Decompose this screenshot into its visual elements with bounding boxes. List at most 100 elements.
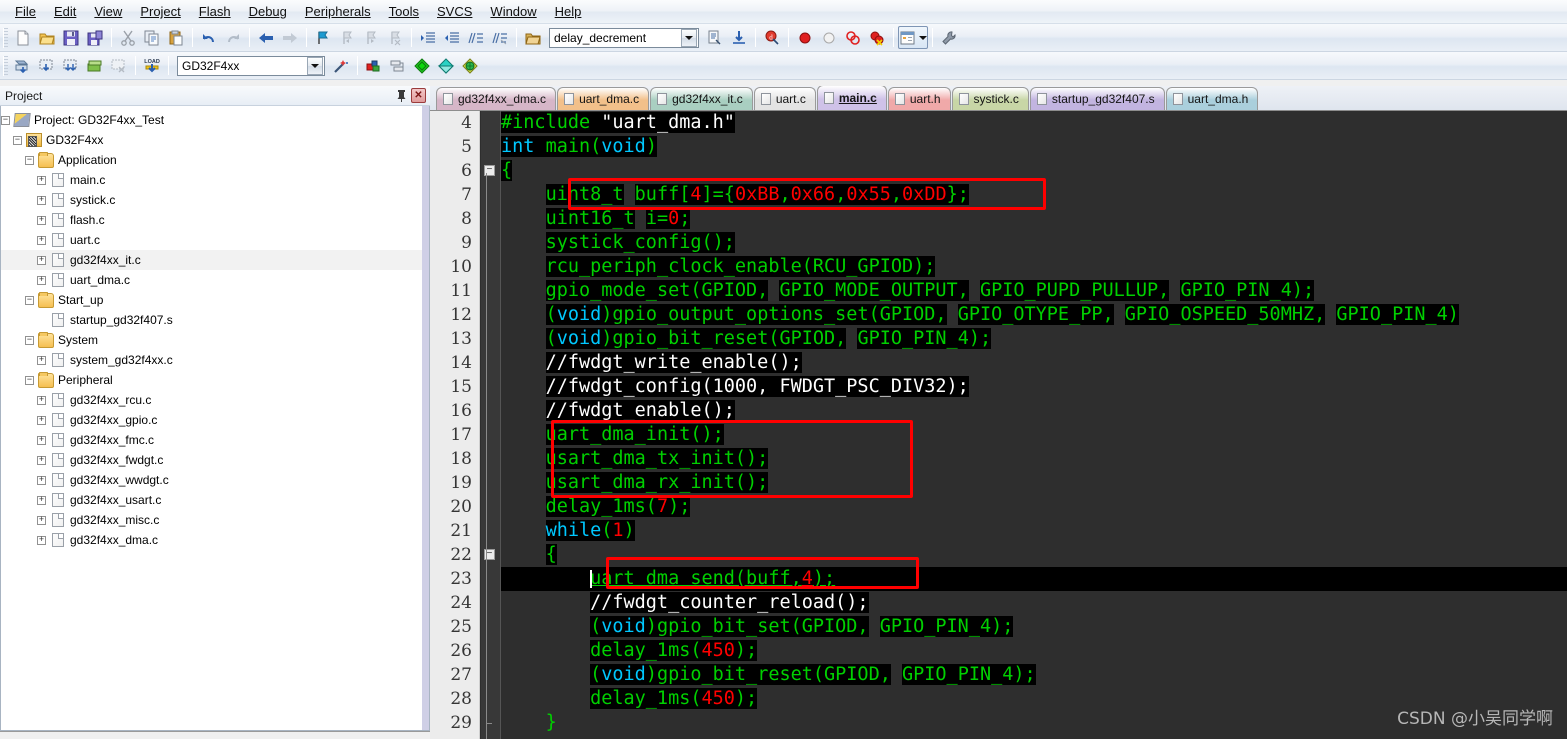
tree-item[interactable]: − Peripheral — [1, 370, 429, 390]
tree-expand-toggle[interactable]: + — [37, 175, 46, 185]
code-folding-margin[interactable]: − − — [481, 111, 501, 739]
tree-item[interactable]: − Application — [1, 150, 429, 170]
editor-tab[interactable]: uart.c — [753, 87, 816, 110]
pack-globe-button[interactable] — [458, 54, 482, 77]
tree-item[interactable]: + gd32f4xx_fmc.c — [1, 430, 429, 450]
tree-expand-toggle[interactable]: + — [37, 435, 46, 445]
code-line[interactable]: #include "uart_dma.h" — [501, 111, 1567, 135]
pin-icon[interactable] — [393, 88, 409, 104]
menu-item-file[interactable]: File — [6, 1, 45, 22]
code-line[interactable]: while(1) — [501, 519, 1567, 543]
code-line[interactable]: uart_dma_init(); — [501, 423, 1567, 447]
editor-tab-active[interactable]: main.c — [816, 86, 887, 110]
save-button[interactable] — [59, 26, 83, 49]
code-line[interactable]: (void)gpio_bit_reset(GPIOD, GPIO_PIN_4); — [501, 327, 1567, 351]
indent-right-button[interactable] — [416, 26, 440, 49]
tree-item[interactable]: + gd32f4xx_dma.c — [1, 530, 429, 550]
toggle-bookmark-button[interactable] — [311, 26, 335, 49]
toolbar-grip[interactable] — [3, 27, 8, 48]
code-line[interactable]: gpio_mode_set(GPIOD, GPIO_MODE_OUTPUT, G… — [501, 279, 1567, 303]
rebuild-all-button[interactable] — [59, 54, 83, 77]
tree-item[interactable]: + system_gd32f4xx.c — [1, 350, 429, 370]
tree-expand-toggle[interactable]: + — [37, 215, 46, 225]
download-button[interactable]: LOAD — [140, 54, 164, 77]
navigate-forward-button[interactable] — [278, 26, 302, 49]
tree-expand-toggle[interactable]: + — [37, 395, 46, 405]
manage-windows-button[interactable] — [898, 26, 928, 49]
code-text-area[interactable]: #include "uart_dma.h" int main(void) { uin… — [501, 111, 1567, 739]
next-bookmark-button[interactable] — [359, 26, 383, 49]
tree-item[interactable]: + gd32f4xx_misc.c — [1, 510, 429, 530]
code-line[interactable]: uint16_t i=0; — [501, 207, 1567, 231]
menu-item-window[interactable]: Window — [481, 1, 545, 22]
configure-button[interactable] — [937, 26, 961, 49]
target-combo-arrow-icon[interactable] — [307, 56, 323, 75]
kill-all-breakpoints-button[interactable] — [865, 26, 889, 49]
menu-item-view[interactable]: View — [85, 1, 131, 22]
editor-tab[interactable]: uart_dma.h — [1165, 87, 1259, 110]
code-line-current[interactable]: uart_dma_send(buff,4); — [501, 567, 1567, 591]
tree-item[interactable]: + gd32f4xx_rcu.c — [1, 390, 429, 410]
save-all-button[interactable] — [83, 26, 107, 49]
menu-item-edit[interactable]: Edit — [45, 1, 85, 22]
previous-bookmark-button[interactable] — [335, 26, 359, 49]
function-combo-box[interactable]: delay_decrement — [549, 27, 699, 48]
editor-tab[interactable]: gd32f4xx_it.c — [650, 87, 753, 110]
cut-button[interactable] — [116, 26, 140, 49]
tree-collapse-toggle[interactable]: − — [25, 155, 34, 165]
tree-expand-toggle[interactable]: + — [37, 275, 46, 285]
tree-item[interactable]: + flash.c — [1, 210, 429, 230]
new-file-button[interactable] — [11, 26, 35, 49]
redo-button[interactable] — [221, 26, 245, 49]
code-line[interactable]: usart_dma_rx_init(); — [501, 471, 1567, 495]
code-line[interactable]: //fwdgt_enable(); — [501, 399, 1567, 423]
clear-bookmarks-button[interactable] — [383, 26, 407, 49]
stop-build-button[interactable] — [107, 54, 131, 77]
tree-item[interactable]: − Project: GD32F4xx_Test — [1, 110, 429, 130]
target-combo-box[interactable]: GD32F4xx — [177, 55, 325, 76]
menu-item-svcs[interactable]: SVCS — [428, 1, 481, 22]
target-options-button[interactable] — [329, 54, 353, 77]
editor-tab[interactable]: startup_gd32f407.s — [1029, 87, 1165, 110]
tree-item[interactable]: − GD32F4xx — [1, 130, 429, 150]
tree-expand-toggle[interactable]: + — [37, 255, 46, 265]
tree-item[interactable]: + gd32f4xx_fwdgt.c — [1, 450, 429, 470]
comment-button[interactable] — [464, 26, 488, 49]
tree-collapse-toggle[interactable]: − — [13, 135, 22, 145]
tree-collapse-toggle[interactable]: − — [25, 375, 34, 385]
tree-item[interactable]: + uart.c — [1, 230, 429, 250]
code-line[interactable]: { — [501, 543, 1567, 567]
tree-expand-toggle[interactable]: + — [37, 235, 46, 245]
code-line[interactable]: uint8_t buff[4]={0xBB,0x66,0x55,0xDD}; — [501, 183, 1567, 207]
tree-item[interactable]: + systick.c — [1, 190, 429, 210]
undo-button[interactable] — [197, 26, 221, 49]
tree-expand-toggle[interactable]: + — [37, 415, 46, 425]
tree-item[interactable]: − Start_up — [1, 290, 429, 310]
project-tree[interactable]: − Project: GD32F4xx_Test − GD32F4xx − Applica… — [0, 106, 430, 731]
translate-file-button[interactable] — [11, 54, 35, 77]
function-combo-arrow-icon[interactable] — [681, 28, 697, 47]
tree-item[interactable]: + gd32f4xx_gpio.c — [1, 410, 429, 430]
tree-collapse-toggle[interactable]: − — [25, 295, 34, 305]
tree-expand-toggle[interactable]: + — [37, 455, 46, 465]
close-icon[interactable]: ✕ — [411, 88, 426, 103]
menu-item-peripherals[interactable]: Peripherals — [296, 1, 380, 22]
tree-expand-toggle[interactable]: + — [37, 475, 46, 485]
code-line[interactable]: usart_dma_tx_init(); — [501, 447, 1567, 471]
editor-tab-bar[interactable]: gd32f4xx_dma.c uart_dma.c gd32f4xx_it.c uar… — [430, 86, 1567, 111]
tree-item[interactable]: + main.c — [1, 170, 429, 190]
tree-item[interactable]: + gd32f4xx_it.c — [1, 250, 429, 270]
tree-collapse-toggle[interactable]: − — [25, 335, 34, 345]
code-line[interactable]: //fwdgt_config(1000, FWDGT_PSC_DIV32); — [501, 375, 1567, 399]
disable-breakpoint-button[interactable] — [817, 26, 841, 49]
uncomment-button[interactable] — [488, 26, 512, 49]
menu-item-tools[interactable]: Tools — [380, 1, 428, 22]
code-line[interactable]: delay_1ms(7); — [501, 495, 1567, 519]
menu-item-flash[interactable]: Flash — [190, 1, 240, 22]
code-line[interactable]: int main(void) — [501, 135, 1567, 159]
manage-run-time-env-button[interactable] — [434, 54, 458, 77]
code-line[interactable]: (void)gpio_bit_set(GPIOD, GPIO_PIN_4); — [501, 615, 1567, 639]
code-line[interactable]: (void)gpio_bit_reset(GPIOD, GPIO_PIN_4); — [501, 663, 1567, 687]
code-line[interactable]: (void)gpio_output_options_set(GPIOD, GPI… — [501, 303, 1567, 327]
open-function-button[interactable] — [521, 26, 545, 49]
